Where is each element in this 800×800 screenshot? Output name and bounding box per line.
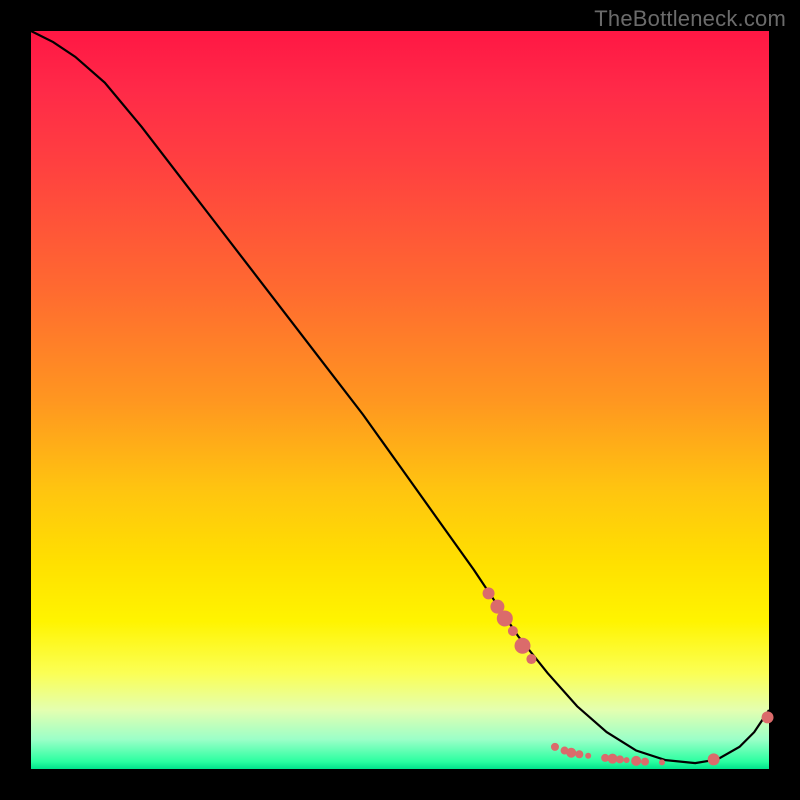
data-marker: [641, 758, 649, 766]
chart-stage: TheBottleneck.com: [0, 0, 800, 800]
plot-area: [31, 31, 769, 769]
data-marker: [585, 753, 591, 759]
data-marker: [551, 743, 559, 751]
data-marker: [659, 759, 665, 765]
data-marker: [631, 756, 641, 766]
data-marker: [616, 755, 624, 763]
markers-group: [483, 587, 774, 766]
data-marker: [515, 638, 531, 654]
chart-svg: [31, 31, 769, 769]
data-marker: [566, 748, 576, 758]
data-marker: [575, 750, 583, 758]
data-marker: [508, 626, 518, 636]
data-marker: [624, 757, 630, 763]
data-marker: [483, 587, 495, 599]
data-marker: [762, 711, 774, 723]
data-marker: [497, 610, 513, 626]
data-marker: [526, 654, 536, 664]
data-marker: [708, 753, 720, 765]
bottleneck-curve: [31, 31, 769, 763]
watermark-text: TheBottleneck.com: [594, 6, 786, 32]
